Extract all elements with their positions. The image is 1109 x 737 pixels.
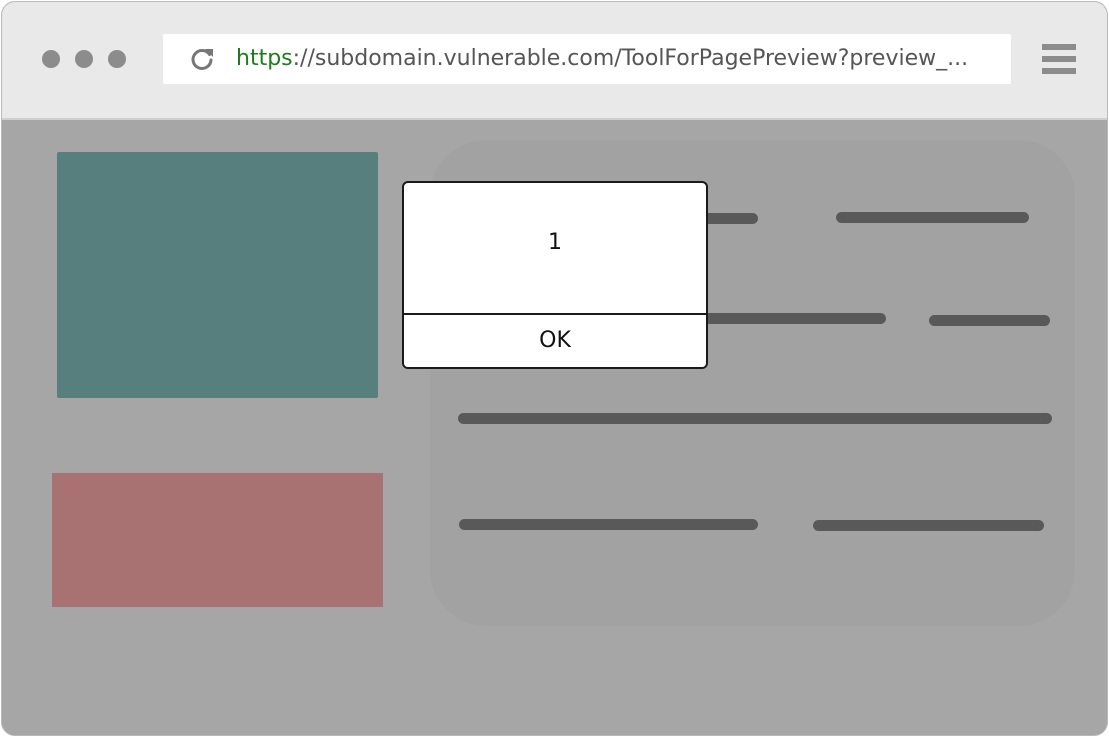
- text-placeholder-line: [929, 315, 1050, 326]
- hamburger-menu-icon[interactable]: [1042, 44, 1076, 74]
- text-placeholder-line: [836, 212, 1029, 223]
- window-control-dot[interactable]: [75, 50, 93, 68]
- window-control-dot[interactable]: [42, 50, 60, 68]
- browser-toolbar: https://subdomain.vulnerable.com/ToolFor…: [2, 2, 1107, 120]
- window-control-dot[interactable]: [108, 50, 126, 68]
- ok-button[interactable]: OK: [404, 315, 706, 367]
- url-text[interactable]: https://subdomain.vulnerable.com/ToolFor…: [236, 34, 996, 84]
- image-placeholder-block: [52, 473, 383, 607]
- image-placeholder-block: [57, 152, 378, 398]
- text-placeholder-line: [458, 413, 1052, 424]
- alert-dialog: 1 OK: [402, 181, 708, 369]
- reload-icon[interactable]: [189, 46, 215, 72]
- alert-message: 1: [548, 230, 562, 255]
- address-bar[interactable]: https://subdomain.vulnerable.com/ToolFor…: [163, 34, 1011, 84]
- url-path: ://subdomain.vulnerable.com/ToolForPageP…: [292, 46, 969, 71]
- text-placeholder-line: [459, 519, 758, 530]
- url-scheme: https: [236, 46, 293, 71]
- text-placeholder-line: [813, 520, 1044, 531]
